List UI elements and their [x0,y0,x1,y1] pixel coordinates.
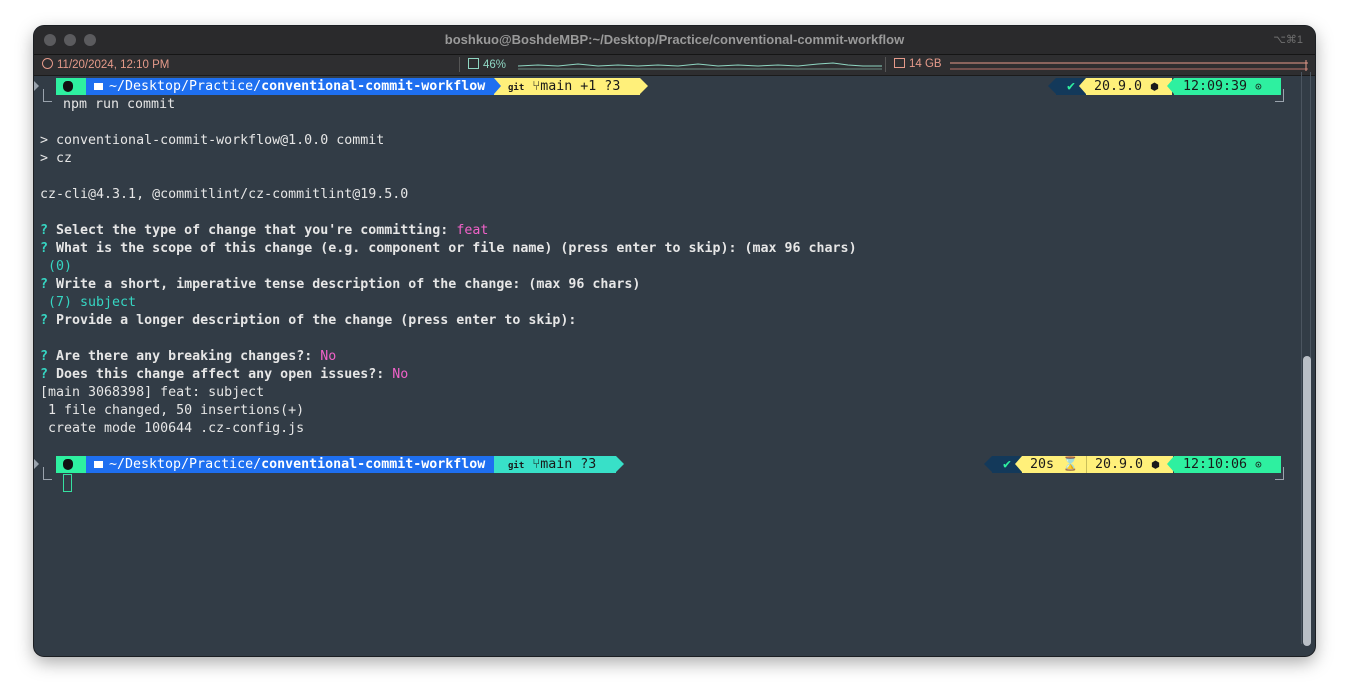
path-dir: conventional-commit-workflow [261,457,486,472]
prompt-time: 12:10:06 [1183,457,1248,472]
clock-widget: 11/20/2024, 12:10 PM [42,58,169,71]
command-line: npm run commit [63,97,176,112]
memory-widget: 14 GB [894,58,942,70]
path-segment: ~/Desktop/Practice/conventional-commit-w… [86,78,494,95]
output-line: create mode 100644 .cz-config.js [40,421,305,436]
answer-issues: No [392,367,409,382]
memory-text: 14 GB [909,58,942,70]
path-prefix: ~/Desktop/Practice/ [109,79,262,94]
answer-type: feat [456,223,489,238]
window-shortcut: ⌥⌘1 [1273,34,1303,46]
clock-icon: ⊙ [1255,458,1262,471]
window-title: boshkuo@BoshdeMBP:~/Desktop/Practice/con… [444,32,905,47]
answer-subject: (7) subject [40,295,137,310]
cpu-text: 46% [483,59,507,71]
apple-segment [56,78,86,95]
clock-text: 11/20/2024, 12:10 PM [57,59,170,71]
path-segment: ~/Desktop/Practice/conventional-commit-w… [86,456,494,473]
output-line: [main 3068398] feat: subject [40,385,265,400]
memory-icon [894,58,905,68]
prompt-question: ? Select the type of change that you're … [40,223,489,238]
prompt-frame-left [43,467,52,480]
prompt-question: ? Provide a longer description of the ch… [40,313,577,328]
title-bar: boshkuo@BoshdeMBP:~/Desktop/Practice/con… [34,26,1315,55]
prompt-time: 12:09:39 [1183,79,1248,94]
git-icon: git [508,83,525,93]
apple-icon [63,81,73,92]
node-segment: 20.9.0 ⬢ [1086,78,1172,95]
apple-segment [56,456,86,473]
cpu-sparkline [518,62,882,70]
node-segment: 20.9.0 ⬢ [1086,456,1173,473]
node-version: 20.9.0 [1095,457,1144,472]
duration-segment: 20s ⌛ [1022,456,1088,473]
output-line: > conventional-commit-workflow@1.0.0 com… [40,133,385,148]
clock-icon [42,58,53,69]
git-branch: main ?3 [540,457,597,472]
hourglass-icon: ⌛ [1062,457,1079,472]
path-prefix: ~/Desktop/Practice/ [109,457,262,472]
node-version: 20.9.0 [1094,79,1143,94]
terminal-content[interactable]: ~/Desktop/Practice/conventional-commit-w… [34,76,1315,656]
prompt-marker-icon [34,459,39,469]
prompt-question: ? Are there any breaking changes?: No [40,349,337,364]
clock-icon: ⊙ [1255,80,1262,93]
status-bar: 11/20/2024, 12:10 PM 46% 14 GB [34,55,1315,76]
cpu-icon [468,58,479,69]
answer-scope: (0) [40,259,73,274]
prompt-marker-icon [34,81,39,91]
status-divider [459,57,460,72]
git-segment: git ⑂main +1 ?3 [494,78,640,95]
prompt-question: ? Write a short, imperative tense descri… [40,277,641,292]
scrollbar-thumb[interactable] [1303,356,1311,646]
prompt-question: ? Does this change affect any open issue… [40,367,409,382]
prompt-frame-left [43,89,52,102]
memory-sparkline [950,60,1308,71]
output-line: 1 file changed, 50 insertions(+) [40,403,305,418]
time-segment: 12:10:06 ⊙ [1174,456,1281,473]
path-dir: conventional-commit-workflow [261,79,486,94]
node-icon: ⬢ [1151,460,1160,471]
git-branch: main +1 ?3 [540,79,621,94]
prompt-duration: 20s [1030,457,1055,472]
git-icon: git [508,461,525,471]
cpu-widget: 46% [468,58,506,71]
folder-icon [94,461,103,468]
git-segment: git ⑂main ?3 [494,456,616,473]
folder-icon [94,83,103,90]
terminal-window: boshkuo@BoshdeMBP:~/Desktop/Practice/con… [34,26,1315,656]
apple-icon [63,459,73,470]
node-icon: ⬢ [1150,82,1159,93]
prompt-question: ? What is the scope of this change (e.g.… [40,241,857,256]
time-segment: 12:09:39 ⊙ [1174,78,1281,95]
answer-breaking: No [320,349,337,364]
status-divider [885,57,886,72]
text-cursor [63,474,72,492]
output-line: cz-cli@4.3.1, @commitlint/cz-commitlint@… [40,187,409,202]
output-line: > cz [40,151,73,166]
